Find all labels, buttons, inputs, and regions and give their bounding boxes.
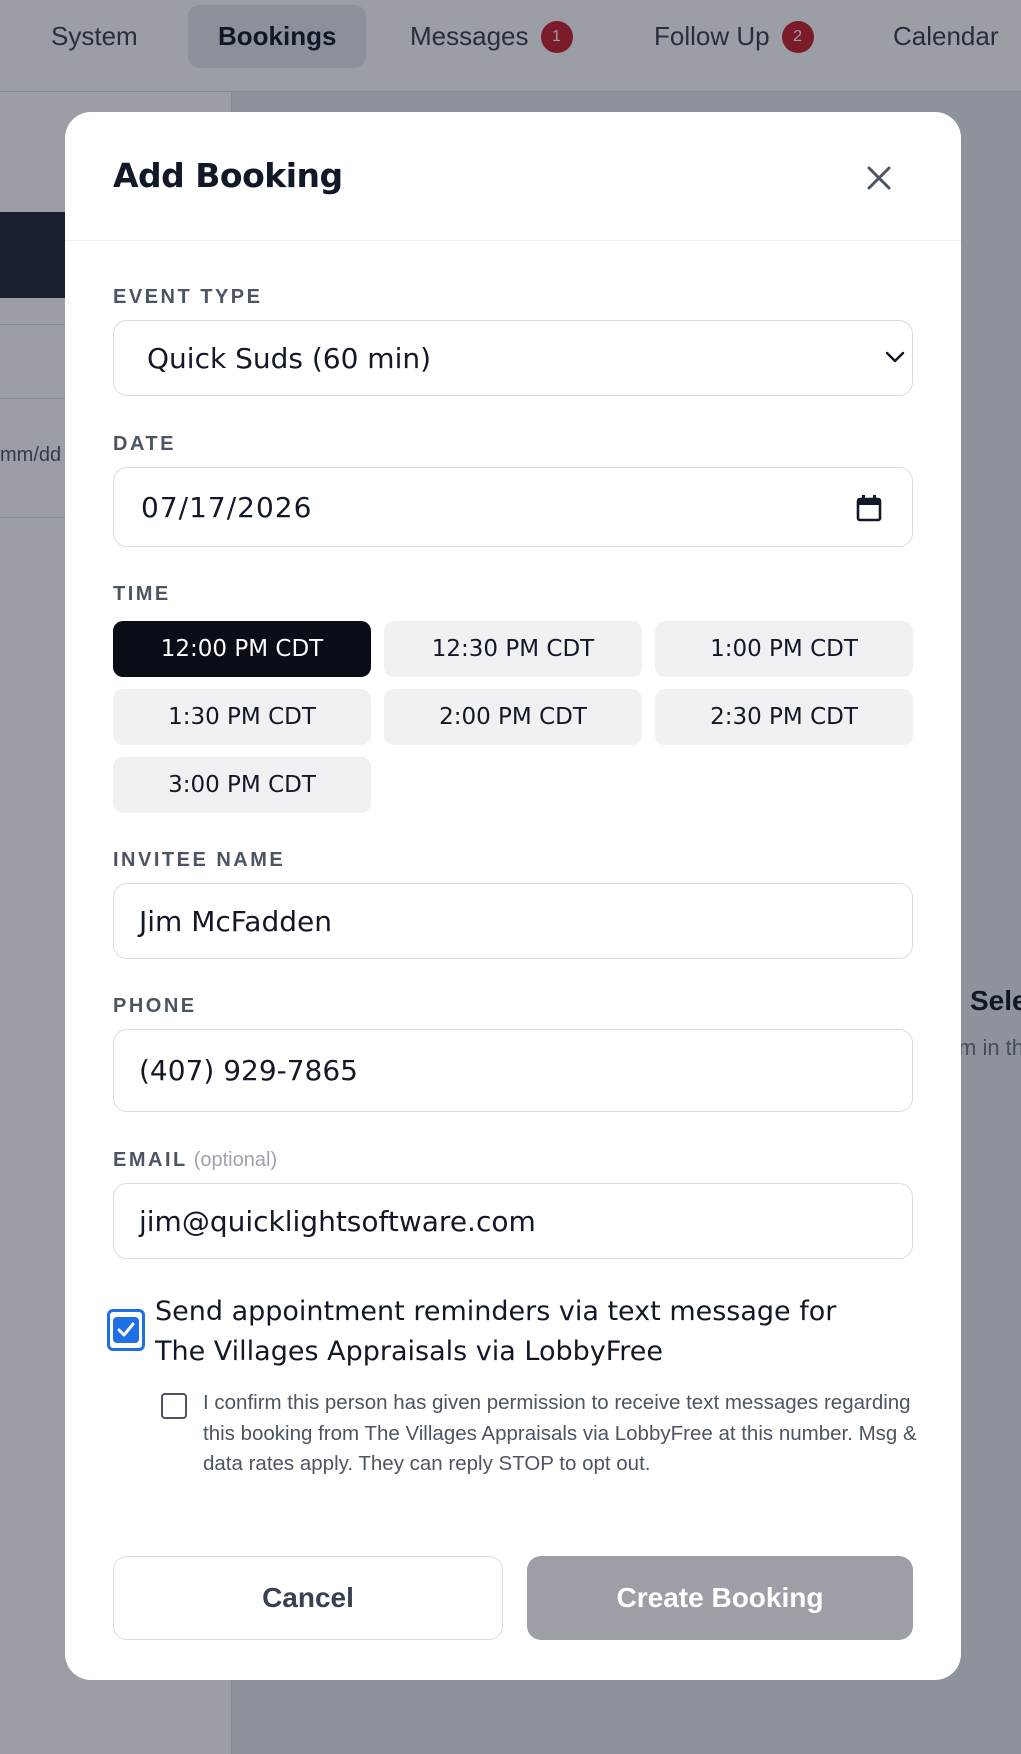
time-label: TIME: [113, 583, 171, 605]
sms-reminder-checkbox[interactable]: [107, 1309, 145, 1351]
date-input[interactable]: 07/17/2026: [113, 467, 913, 547]
calendar-icon[interactable]: [856, 494, 882, 522]
time-slot-0230[interactable]: 2:30 PM CDT: [655, 689, 913, 745]
checkbox-checked-fill: [113, 1317, 139, 1343]
cancel-button[interactable]: Cancel: [113, 1556, 503, 1640]
add-booking-modal: Add Booking EVENT TYPE Quick Suds (60 mi…: [65, 112, 961, 1680]
email-value: jim@quicklightsoftware.com: [139, 1204, 536, 1238]
create-booking-button[interactable]: Create Booking: [527, 1556, 913, 1640]
phone-value: (407) 929-7865: [139, 1054, 358, 1087]
event-type-select[interactable]: Quick Suds (60 min): [113, 320, 913, 396]
date-label: DATE: [113, 433, 176, 455]
invitee-name-input[interactable]: Jim McFadden: [113, 883, 913, 959]
time-slot-1230[interactable]: 12:30 PM CDT: [384, 621, 642, 677]
invitee-name-label: INVITEE NAME: [113, 849, 286, 871]
checkmark-icon: [117, 1322, 135, 1337]
phone-label: PHONE: [113, 995, 197, 1017]
email-label-text: EMAIL: [113, 1149, 188, 1171]
time-slot-0200[interactable]: 2:00 PM CDT: [384, 689, 642, 745]
sms-reminder-label[interactable]: Send appointment reminders via text mess…: [155, 1292, 895, 1372]
email-input[interactable]: jim@quicklightsoftware.com: [113, 1183, 913, 1259]
time-slot-0300[interactable]: 3:00 PM CDT: [113, 757, 371, 813]
consent-label[interactable]: I confirm this person has given permissi…: [203, 1388, 923, 1480]
date-value: 07/17/2026: [141, 490, 313, 524]
consent-checkbox[interactable]: [161, 1393, 187, 1419]
event-type-value: Quick Suds (60 min): [147, 341, 432, 375]
invitee-name-value: Jim McFadden: [139, 904, 332, 938]
modal-title: Add Booking: [113, 156, 343, 195]
email-label: EMAIL (optional): [113, 1149, 277, 1172]
modal-header: Add Booking: [65, 112, 961, 241]
chevron-down-icon: [885, 351, 905, 363]
time-slot-1200[interactable]: 12:00 PM CDT: [113, 621, 371, 677]
phone-input[interactable]: (407) 929-7865: [113, 1029, 913, 1112]
close-icon: [867, 166, 891, 190]
close-button[interactable]: [855, 154, 903, 202]
time-slot-0100[interactable]: 1:00 PM CDT: [655, 621, 913, 677]
email-optional-hint: (optional): [193, 1149, 278, 1171]
event-type-label: EVENT TYPE: [113, 286, 263, 308]
time-slot-0130[interactable]: 1:30 PM CDT: [113, 689, 371, 745]
